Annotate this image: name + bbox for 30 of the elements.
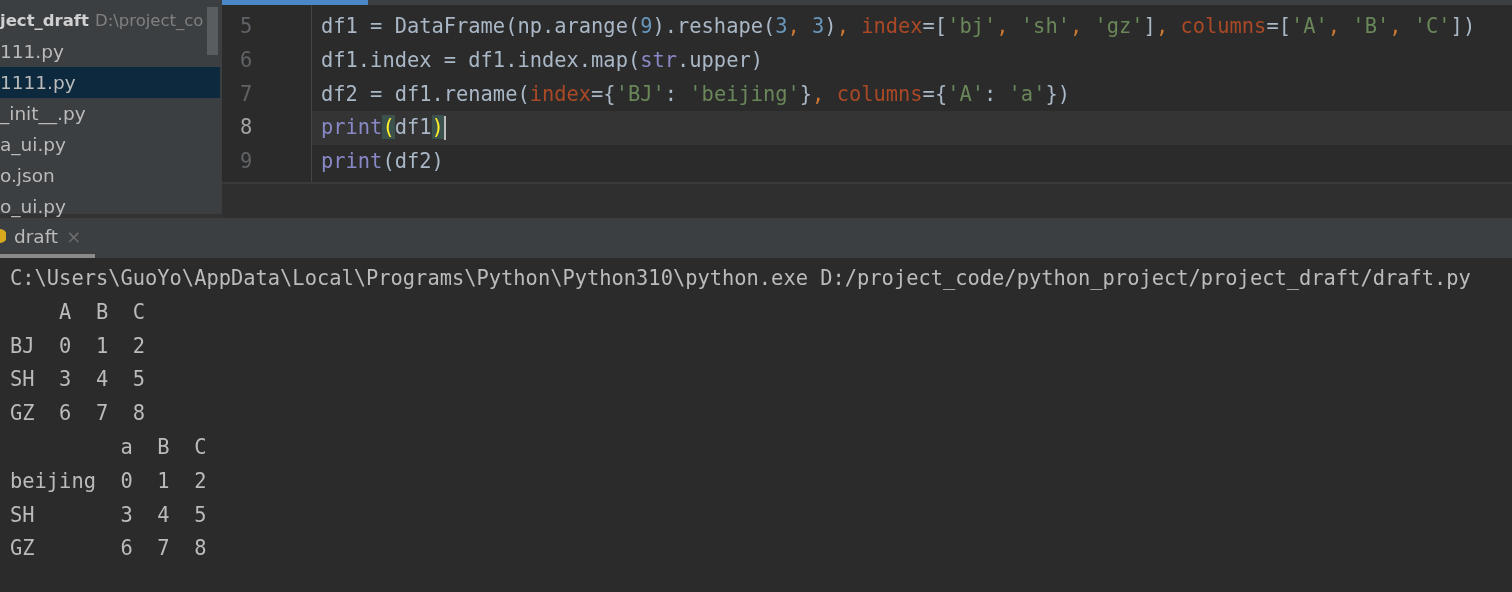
console-line: a B C [119, 434, 207, 461]
code-line: print(df2) [320, 148, 445, 175]
file-item[interactable]: o_ui.py [0, 191, 220, 218]
code-line: df2 = df1.rename(index={'BJ': 'beijing'}, columns={'A': 'a'}) [320, 80, 1071, 108]
project-name: ject_draft [0, 11, 89, 30]
file-item[interactable]: _init__.py [0, 98, 220, 129]
text-cursor [443, 116, 446, 141]
file-item[interactable]: 111.py [0, 36, 220, 67]
run-tab[interactable]: draft × [0, 218, 96, 258]
console-line: BJ 0 1 2 [10, 332, 146, 360]
console-line: GZ 6 7 8 [10, 535, 207, 563]
file-item[interactable]: a_ui.py [0, 129, 220, 160]
line-number: 7 [240, 80, 253, 108]
scrollbar[interactable] [207, 7, 218, 55]
console-line: C:\Users\GuoYo\AppData\Local\Programs\Python\Python310\python.exe D:/project_code/python_project/project_draft/draft.py [10, 265, 1471, 292]
code-line: df1 = DataFrame(np.arange(9).reshape(3, 3), index=['bj', 'sh', 'gz'], columns=['A', 'B', 'C']) [320, 13, 1477, 40]
console-line: SH 3 4 5 [10, 501, 207, 529]
line-number: 6 [240, 46, 253, 74]
file-item[interactable]: o.json [0, 160, 220, 191]
python-file-icon [0, 229, 6, 243]
console-line: GZ 6 7 8 [10, 400, 146, 428]
console-line: SH 3 4 5 [10, 366, 146, 394]
code-line: df1.index = df1.index.map(str.upper) [320, 46, 764, 74]
line-number: 9 [240, 148, 253, 175]
project-path: D:\project_co [94, 11, 204, 30]
file-item[interactable]: 1111.py [0, 67, 220, 98]
line-number: 8 [240, 114, 253, 142]
console-line: A B C [58, 298, 146, 326]
line-number: 5 [240, 13, 253, 40]
console-line: beijing 0 1 2 [10, 467, 207, 495]
